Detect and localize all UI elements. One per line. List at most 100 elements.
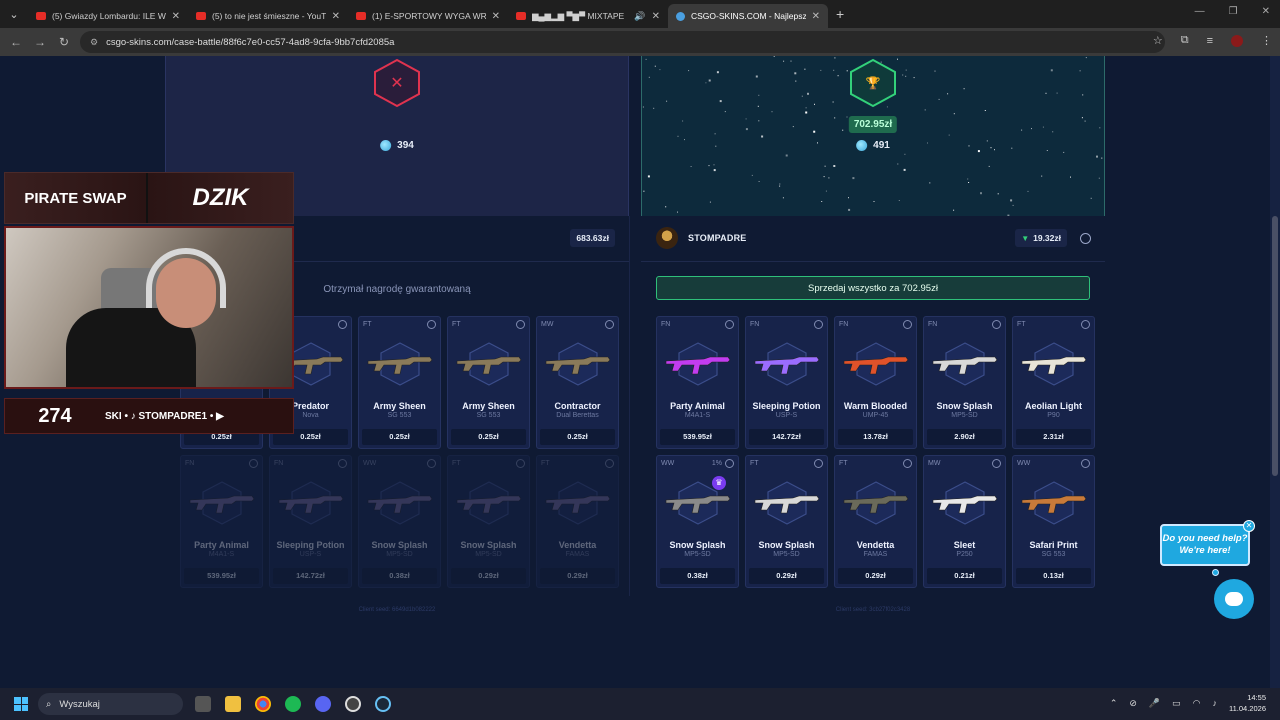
search-placeholder: Wyszukaj (59, 698, 100, 710)
item-card[interactable]: FT Aeolian Light P90 2.31zł (1012, 316, 1095, 449)
item-card[interactable]: WW Snow Splash MP5-SD 0.38zł (358, 455, 441, 588)
select-check-icon[interactable] (1081, 320, 1090, 329)
item-card[interactable]: FT Vendetta FAMAS 0.29zł (834, 455, 917, 588)
item-weapon: MP5-SD (773, 551, 800, 558)
item-card[interactable]: FN Party Animal M4A1-S 539.95zł (180, 455, 263, 588)
item-card[interactable]: FT Army Sheen SG 553 0.25zł (358, 316, 441, 449)
spotify-icon[interactable] (285, 696, 301, 712)
item-card[interactable]: FN Sleeping Potion USP-S 142.72zł (269, 455, 352, 588)
item-card[interactable]: FN Warm Blooded UMP-45 13.78zł (834, 316, 917, 449)
select-check-icon[interactable] (427, 459, 436, 468)
item-card[interactable]: FT Vendetta FAMAS 0.29zł (536, 455, 619, 588)
item-card[interactable]: FN Party Animal M4A1-S 539.95zł (656, 316, 739, 449)
select-check-icon[interactable] (814, 459, 823, 468)
select-check-icon[interactable] (814, 320, 823, 329)
item-price: 0.29zł (749, 568, 824, 584)
browser-tab[interactable]: CSGO-SKINS.COM - Najlepsze ✕ (668, 4, 828, 28)
extensions-icon[interactable]: ⧉ (1181, 34, 1189, 47)
chevron-up-icon[interactable]: ⌃ (1110, 698, 1118, 709)
item-condition: FT (452, 321, 461, 328)
network-off-icon[interactable]: ⊘ (1129, 698, 1137, 709)
browser-tab[interactable]: ▆▄▆▂▆ ▀▆▀ MIXTAPE 🔊 ✕ (508, 4, 668, 28)
item-price: 0.13zł (1016, 568, 1091, 584)
new-tab-icon[interactable]: + (836, 6, 844, 22)
microphone-icon[interactable]: 🎤 (1149, 698, 1160, 709)
minimize-icon[interactable]: — (1195, 6, 1205, 17)
emote-icon[interactable] (1080, 232, 1091, 244)
tab-search-menu-icon[interactable]: ⌄ (0, 0, 28, 28)
chat-launcher-button[interactable] (1214, 579, 1254, 619)
close-window-icon[interactable]: ✕ (1262, 6, 1270, 17)
item-card[interactable]: FN Sleeping Potion USP-S 142.72zł (745, 316, 828, 449)
item-card[interactable]: FT Army Sheen SG 553 0.25zł (447, 316, 530, 449)
item-weapon: M4A1-S (684, 412, 711, 419)
item-card[interactable]: WW 1% ♛ Snow Splash MP5-SD 0.38zł (656, 455, 739, 588)
select-check-icon[interactable] (249, 459, 258, 468)
clock-time: 14:55 (1247, 693, 1266, 702)
browser-tab-bar: ⌄ (5) Gwiazdy Lombardu: ILE WYC ✕ (5) to n… (0, 0, 1280, 28)
select-check-icon[interactable] (605, 459, 614, 468)
select-check-icon[interactable] (725, 320, 734, 329)
select-check-icon[interactable] (427, 320, 436, 329)
close-tab-icon[interactable]: ✕ (172, 11, 180, 22)
clock[interactable]: 14:55 11.04.2026 (1229, 692, 1266, 714)
item-card[interactable]: FN Snow Splash MP5-SD 2.90zł (923, 316, 1006, 449)
close-tab-icon[interactable]: ✕ (812, 11, 820, 22)
item-price: 0.25zł (451, 429, 526, 445)
browser-tab[interactable]: (1) E-SPORTOWY WYGA WRAC ✕ (348, 4, 508, 28)
sell-all-button[interactable]: Sprzedaj wszystko za 702.95zł (656, 276, 1090, 300)
back-icon[interactable]: ← (4, 35, 28, 49)
browser-tab[interactable]: (5) Gwiazdy Lombardu: ILE WYC ✕ (28, 4, 188, 28)
player-name[interactable]: STOMPADRE (688, 233, 746, 243)
select-check-icon[interactable] (992, 459, 1001, 468)
profile-avatar[interactable] (1231, 34, 1243, 47)
obs-icon[interactable] (345, 696, 361, 712)
taskbar-search[interactable]: ⌕ Wyszukaj (38, 693, 183, 715)
close-tab-icon[interactable]: ✕ (332, 11, 340, 22)
media-control-icon[interactable]: ≡ (1207, 35, 1213, 47)
close-help-icon[interactable]: ✕ (1243, 520, 1255, 532)
site-info-icon[interactable]: ⚙ (90, 37, 98, 48)
item-card[interactable]: MW Sleet P250 0.21zł (923, 455, 1006, 588)
select-check-icon[interactable] (516, 320, 525, 329)
item-card[interactable]: FT Snow Splash MP5-SD 0.29zł (745, 455, 828, 588)
task-view-icon[interactable] (195, 696, 211, 712)
file-explorer-icon[interactable] (225, 696, 241, 712)
select-check-icon[interactable] (903, 320, 912, 329)
browser-tab[interactable]: (5) to nie jest śmieszne - YouTu ✕ (188, 4, 348, 28)
browser-menu-icon[interactable]: ⋮ (1261, 34, 1272, 47)
forward-icon[interactable]: → (28, 35, 52, 49)
url-field[interactable]: ⚙ csgo-skins.com/case-battle/88f6c7e0-cc… (80, 31, 1165, 53)
select-check-icon[interactable] (605, 320, 614, 329)
help-bubble-tail (1212, 569, 1219, 576)
item-card[interactable]: WW Safari Print SG 553 0.13zł (1012, 455, 1095, 588)
discord-icon[interactable] (315, 696, 331, 712)
item-card[interactable]: FT Snow Splash MP5-SD 0.29zł (447, 455, 530, 588)
wifi-icon[interactable]: ◠ (1193, 698, 1201, 709)
item-name: Snow Splash (936, 401, 993, 411)
item-weapon: MP5-SD (475, 551, 502, 558)
select-check-icon[interactable] (992, 320, 1001, 329)
close-tab-icon[interactable]: ✕ (492, 11, 500, 22)
close-tab-icon[interactable]: ✕ (652, 11, 660, 22)
item-price: 0.29zł (451, 568, 526, 584)
help-bubble[interactable]: Do you need help? We're here! (1160, 524, 1250, 566)
reload-icon[interactable]: ↻ (52, 35, 76, 49)
select-check-icon[interactable] (725, 459, 734, 468)
scrollbar-thumb[interactable] (1272, 216, 1278, 476)
steam-icon[interactable] (375, 696, 391, 712)
windows-start-icon[interactable] (14, 697, 28, 711)
select-check-icon[interactable] (516, 459, 525, 468)
maximize-icon[interactable]: ❐ (1229, 6, 1238, 17)
item-card[interactable]: MW Contractor Dual Berettas 0.25zł (536, 316, 619, 449)
select-check-icon[interactable] (1081, 459, 1090, 468)
select-check-icon[interactable] (903, 459, 912, 468)
tab-audio-icon[interactable]: 🔊 (634, 11, 645, 22)
select-check-icon[interactable] (338, 320, 347, 329)
display-icon[interactable]: ▭ (1172, 698, 1181, 709)
chrome-icon[interactable] (255, 696, 271, 712)
page-scrollbar[interactable] (1270, 56, 1280, 688)
bookmark-star-icon[interactable]: ☆ (1153, 34, 1163, 47)
select-check-icon[interactable] (338, 459, 347, 468)
volume-icon[interactable]: ♪ (1213, 698, 1218, 708)
